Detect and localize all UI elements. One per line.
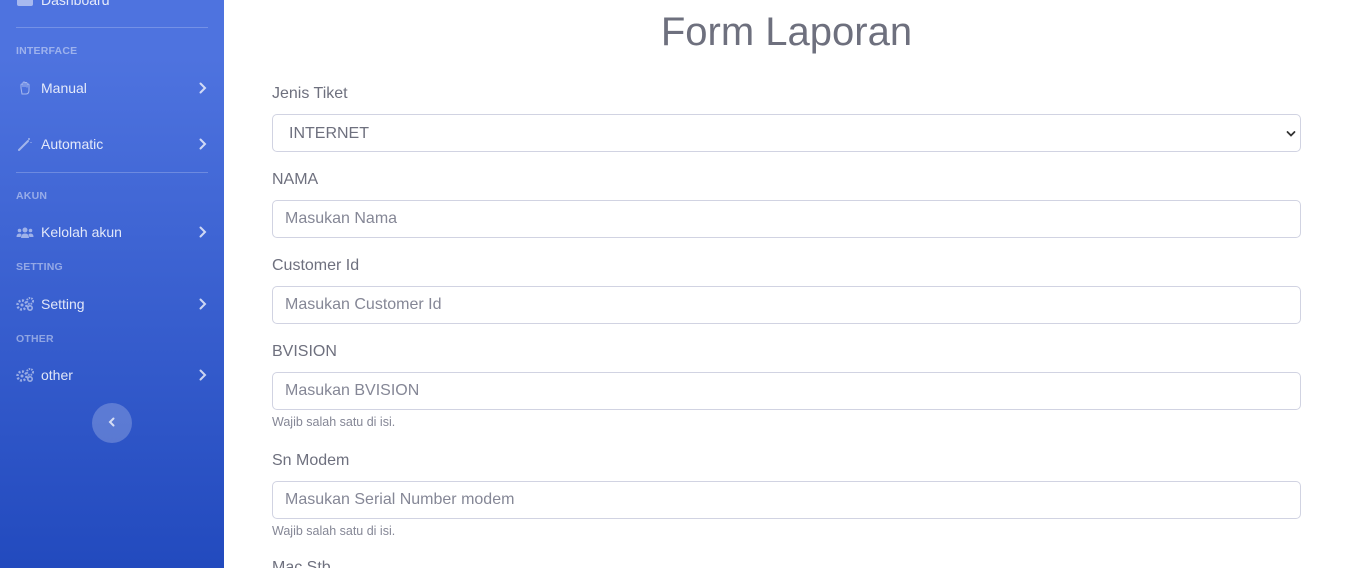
- users-icon: [16, 225, 34, 239]
- sidebar-item-other[interactable]: other: [16, 363, 208, 387]
- bvision-help-text: Wajib salah satu di isi.: [272, 415, 396, 429]
- bvision-input[interactable]: [272, 372, 1301, 410]
- chevron-left-icon: [108, 414, 116, 432]
- hand-icon: [16, 81, 34, 95]
- sidebar-heading-interface: INTERFACE: [16, 45, 78, 57]
- sidebar-item-kelolah-akun[interactable]: Kelolah akun: [16, 220, 208, 244]
- sidebar-heading-other: OTHER: [16, 333, 54, 345]
- sn-modem-label: Sn Modem: [272, 452, 350, 469]
- main-content: Form Laporan Jenis Tiket INTERNET NAMA C…: [224, 0, 1349, 568]
- magic-wand-icon: [16, 137, 34, 151]
- bvision-label: BVISION: [272, 343, 337, 360]
- jenis-tiket-select[interactable]: INTERNET: [272, 114, 1301, 152]
- sidebar-item-label: other: [41, 367, 73, 383]
- chevron-right-icon: [198, 82, 208, 94]
- sidebar-item-label: Kelolah akun: [41, 224, 122, 240]
- sn-modem-help-text: Wajib salah satu di isi.: [272, 524, 396, 538]
- chevron-right-icon: [198, 298, 208, 310]
- chevron-right-icon: [198, 138, 208, 150]
- nama-input[interactable]: [272, 200, 1301, 238]
- jenis-tiket-label: Jenis Tiket: [272, 85, 348, 102]
- sidebar: Dashboard INTERFACE Manual Automatic AKU…: [0, 0, 224, 568]
- chevron-right-icon: [198, 369, 208, 381]
- sidebar-item-automatic[interactable]: Automatic: [16, 132, 208, 156]
- page-title: Form Laporan: [660, 10, 913, 54]
- sidebar-item-label: Dashboard: [41, 0, 110, 8]
- sidebar-item-setting[interactable]: Setting: [16, 292, 208, 316]
- sn-modem-input[interactable]: [272, 481, 1301, 519]
- chevron-right-icon: [198, 226, 208, 238]
- cogs-icon: [16, 297, 34, 311]
- sidebar-toggle-button[interactable]: [92, 403, 132, 443]
- customer-id-input[interactable]: [272, 286, 1301, 324]
- sidebar-item-dashboard[interactable]: Dashboard: [16, 0, 208, 12]
- customer-id-label: Customer Id: [272, 257, 360, 274]
- mac-stb-label: Mac Stb: [272, 559, 331, 568]
- sidebar-item-label: Setting: [41, 296, 85, 312]
- sidebar-item-manual[interactable]: Manual: [16, 76, 208, 100]
- sidebar-divider: [16, 27, 208, 28]
- sidebar-heading-akun: AKUN: [16, 190, 48, 202]
- dashboard-icon: [16, 0, 34, 7]
- sidebar-item-label: Automatic: [41, 136, 104, 152]
- cogs-icon: [16, 368, 34, 382]
- sidebar-item-label: Manual: [41, 80, 87, 96]
- sidebar-divider: [16, 172, 208, 173]
- nama-label: NAMA: [272, 171, 319, 188]
- sidebar-heading-setting: SETTING: [16, 261, 63, 273]
